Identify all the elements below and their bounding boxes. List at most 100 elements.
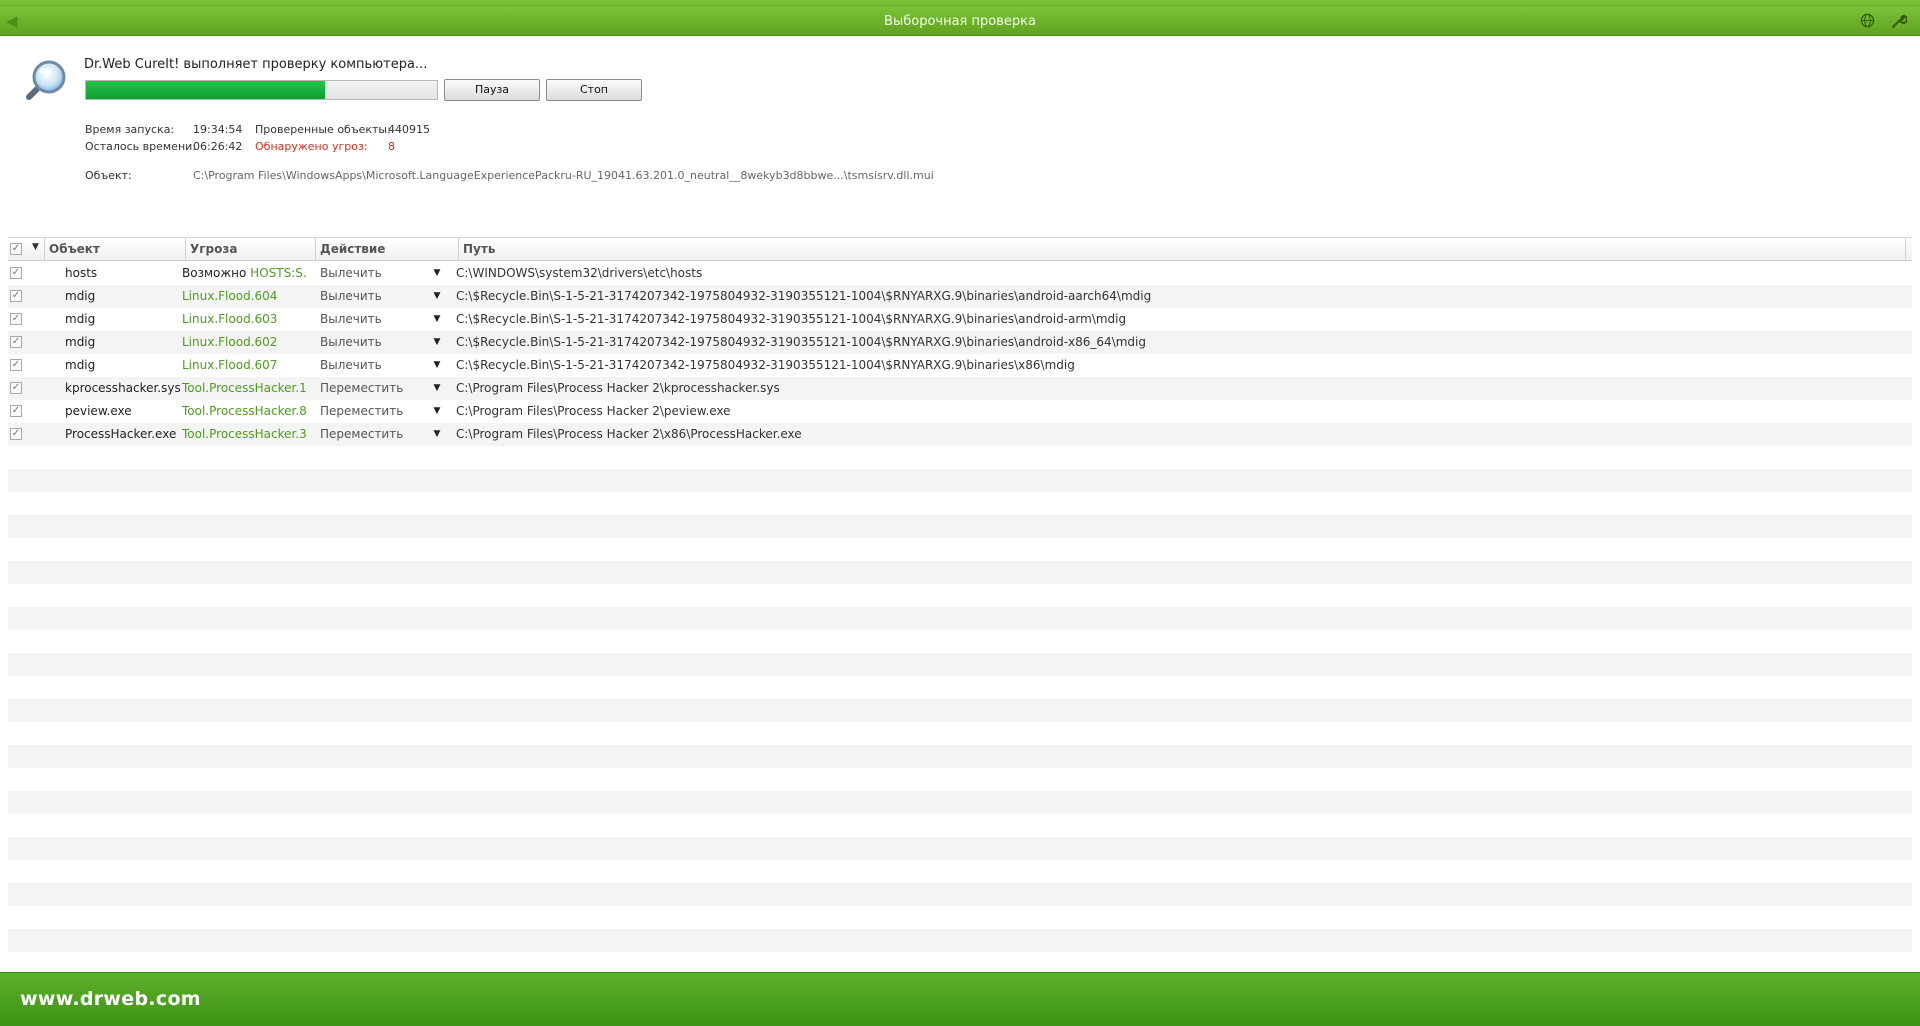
checked-objects-label: Проверенные объекты: bbox=[255, 123, 391, 136]
empty-table-row bbox=[8, 768, 1912, 791]
row-checkbox[interactable]: ✓ bbox=[10, 428, 22, 440]
column-header-object[interactable]: Объект bbox=[44, 238, 186, 260]
empty-table-row bbox=[8, 814, 1912, 837]
current-object-path: C:\Program Files\WindowsApps\Microsoft.L… bbox=[193, 169, 934, 182]
empty-table-row bbox=[8, 745, 1912, 768]
row-path: C:\$Recycle.Bin\S-1-5-21-3174207342-1975… bbox=[456, 335, 1146, 349]
dropdown-arrow-icon[interactable]: ▼ bbox=[431, 354, 443, 377]
table-row[interactable]: ✓ ProcessHacker.exe Tool.ProcessHacker.3 Пе… bbox=[8, 423, 1912, 446]
empty-table-row bbox=[8, 584, 1912, 607]
row-checkbox[interactable]: ✓ bbox=[10, 359, 22, 371]
column-header-threat[interactable]: Угроза bbox=[186, 238, 316, 260]
table-row[interactable]: ✓ mdig Linux.Flood.602 Вылечить ▼ C:\$Recycle… bbox=[8, 331, 1912, 354]
scan-status-text: Dr.Web CureIt! выполняет проверку компью… bbox=[84, 57, 428, 72]
row-action-select[interactable]: Переместить bbox=[320, 423, 440, 446]
row-threat-name[interactable]: Linux.Flood.607 bbox=[182, 358, 277, 372]
row-checkbox[interactable]: ✓ bbox=[10, 336, 22, 348]
table-header: ✓ ▼ Объект Угроза Действие Путь bbox=[8, 237, 1912, 261]
row-object: ProcessHacker.exe bbox=[65, 427, 177, 441]
empty-table-row bbox=[8, 791, 1912, 814]
column-header-path[interactable]: Путь bbox=[459, 238, 1906, 260]
start-time-value: 19:34:54 bbox=[193, 123, 243, 136]
row-action-select[interactable]: Вылечить bbox=[320, 354, 440, 377]
empty-table-row bbox=[8, 883, 1912, 906]
table-row[interactable]: ✓ mdig Linux.Flood.607 Вылечить ▼ C:\$Recycle… bbox=[8, 354, 1912, 377]
browser-tab-strip bbox=[0, 0, 1920, 7]
row-threat: Tool.ProcessHacker.1 bbox=[182, 377, 307, 400]
window-title: Выборочная проверка bbox=[884, 14, 1036, 29]
table-row[interactable]: ✓ peview.exe Tool.ProcessHacker.8 Перемести… bbox=[8, 400, 1912, 423]
row-action-select[interactable]: Вылечить bbox=[320, 308, 440, 331]
chevron-down-icon[interactable]: ▼ bbox=[32, 242, 39, 252]
select-all-checkbox[interactable]: ✓ bbox=[10, 243, 22, 255]
empty-table-row bbox=[8, 722, 1912, 745]
scan-panel: Dr.Web CureIt! выполняет проверку компью… bbox=[0, 37, 1920, 236]
row-object: kprocesshacker.sys bbox=[65, 381, 181, 395]
row-object: mdig bbox=[65, 335, 96, 349]
dropdown-arrow-icon[interactable]: ▼ bbox=[431, 308, 443, 331]
column-header-action[interactable]: Действие bbox=[316, 238, 459, 260]
row-action-select[interactable]: Переместить bbox=[320, 400, 440, 423]
brand-link[interactable]: www.drweb.com bbox=[20, 988, 201, 1010]
row-threat-name[interactable]: Linux.Flood.604 bbox=[182, 289, 277, 303]
row-threat: Linux.Flood.604 bbox=[182, 285, 307, 308]
table-body: ✓hostsВозможно HOSTS:S...Вылечить▼C:\WIN… bbox=[8, 262, 1912, 952]
empty-table-row bbox=[8, 837, 1912, 860]
row-checkbox[interactable]: ✓ bbox=[10, 290, 22, 302]
row-checkbox[interactable]: ✓ bbox=[10, 382, 22, 394]
row-checkbox[interactable]: ✓ bbox=[10, 405, 22, 417]
row-path: C:\$Recycle.Bin\S-1-5-21-3174207342-1975… bbox=[456, 358, 1075, 372]
row-action-select[interactable]: Вылечить bbox=[320, 262, 440, 285]
footer-bar: www.drweb.com bbox=[0, 972, 1920, 1026]
empty-table-row bbox=[8, 446, 1912, 469]
row-action-select[interactable]: Вылечить bbox=[320, 285, 440, 308]
dropdown-arrow-icon[interactable]: ▼ bbox=[431, 377, 443, 400]
empty-table-row bbox=[8, 469, 1912, 492]
row-path: C:\Program Files\Process Hacker 2\x86\Pr… bbox=[456, 427, 802, 441]
row-path: C:\Program Files\Process Hacker 2\kproce… bbox=[456, 381, 780, 395]
row-path: C:\$Recycle.Bin\S-1-5-21-3174207342-1975… bbox=[456, 312, 1127, 326]
dropdown-arrow-icon[interactable]: ▼ bbox=[431, 285, 443, 308]
globe-icon[interactable] bbox=[1859, 13, 1876, 30]
scan-progress-fill bbox=[86, 81, 325, 99]
empty-table-row bbox=[8, 561, 1912, 584]
current-object-label: Объект: bbox=[85, 169, 132, 182]
row-threat-name[interactable]: Tool.ProcessHacker.3 bbox=[182, 427, 307, 441]
scan-progress-bar bbox=[85, 80, 438, 100]
dropdown-arrow-icon[interactable]: ▼ bbox=[431, 400, 443, 423]
row-threat: Возможно HOSTS:S... bbox=[182, 262, 307, 285]
row-threat-name[interactable]: Tool.ProcessHacker.8 bbox=[182, 404, 307, 418]
empty-table-row bbox=[8, 860, 1912, 883]
row-object: mdig bbox=[65, 358, 96, 372]
row-object: mdig bbox=[65, 289, 96, 303]
dropdown-arrow-icon[interactable]: ▼ bbox=[431, 262, 443, 285]
start-time-label: Время запуска: bbox=[85, 123, 175, 136]
row-path: C:\Program Files\Process Hacker 2\peview… bbox=[456, 404, 731, 418]
row-threat-name[interactable]: Linux.Flood.602 bbox=[182, 335, 277, 349]
row-action-select[interactable]: Вылечить bbox=[320, 331, 440, 354]
row-checkbox[interactable]: ✓ bbox=[10, 267, 22, 279]
row-threat-prefix: Возможно bbox=[182, 266, 251, 280]
row-action-select[interactable]: Переместить bbox=[320, 377, 440, 400]
row-threat-name[interactable]: Tool.ProcessHacker.1 bbox=[182, 381, 307, 395]
row-threat-name[interactable]: HOSTS:S... bbox=[250, 266, 307, 280]
threats-found-label: Обнаружено угроз: bbox=[255, 140, 368, 153]
table-row[interactable]: ✓ mdig Linux.Flood.603 Вылечить ▼ C:\$Recycle… bbox=[8, 308, 1912, 331]
row-threat: Linux.Flood.602 bbox=[182, 331, 307, 354]
empty-table-row bbox=[8, 630, 1912, 653]
dropdown-arrow-icon[interactable]: ▼ bbox=[431, 331, 443, 354]
empty-table-row bbox=[8, 607, 1912, 630]
table-row[interactable]: ✓ kprocesshacker.sys Tool.ProcessHacker.1 П… bbox=[8, 377, 1912, 400]
dropdown-arrow-icon[interactable]: ▼ bbox=[431, 423, 443, 446]
empty-table-row bbox=[8, 676, 1912, 699]
pause-button[interactable]: Пауза bbox=[444, 79, 540, 101]
row-threat-name[interactable]: Linux.Flood.603 bbox=[182, 312, 277, 326]
empty-table-row bbox=[8, 492, 1912, 515]
table-row[interactable]: ✓ hosts Возможно HOSTS:S... Вылечить▼ C:\WIN… bbox=[8, 262, 1912, 285]
table-row[interactable]: ✓ mdig Linux.Flood.604 Вылечить ▼ C:\$Recycle… bbox=[8, 285, 1912, 308]
wrench-icon[interactable] bbox=[1890, 13, 1908, 30]
row-checkbox[interactable]: ✓ bbox=[10, 313, 22, 325]
stop-button[interactable]: Стоп bbox=[546, 79, 642, 101]
row-threat: Tool.ProcessHacker.3 bbox=[182, 423, 307, 446]
threats-table: ✓ ▼ Объект Угроза Действие Путь ✓ hosts Во… bbox=[8, 237, 1912, 972]
